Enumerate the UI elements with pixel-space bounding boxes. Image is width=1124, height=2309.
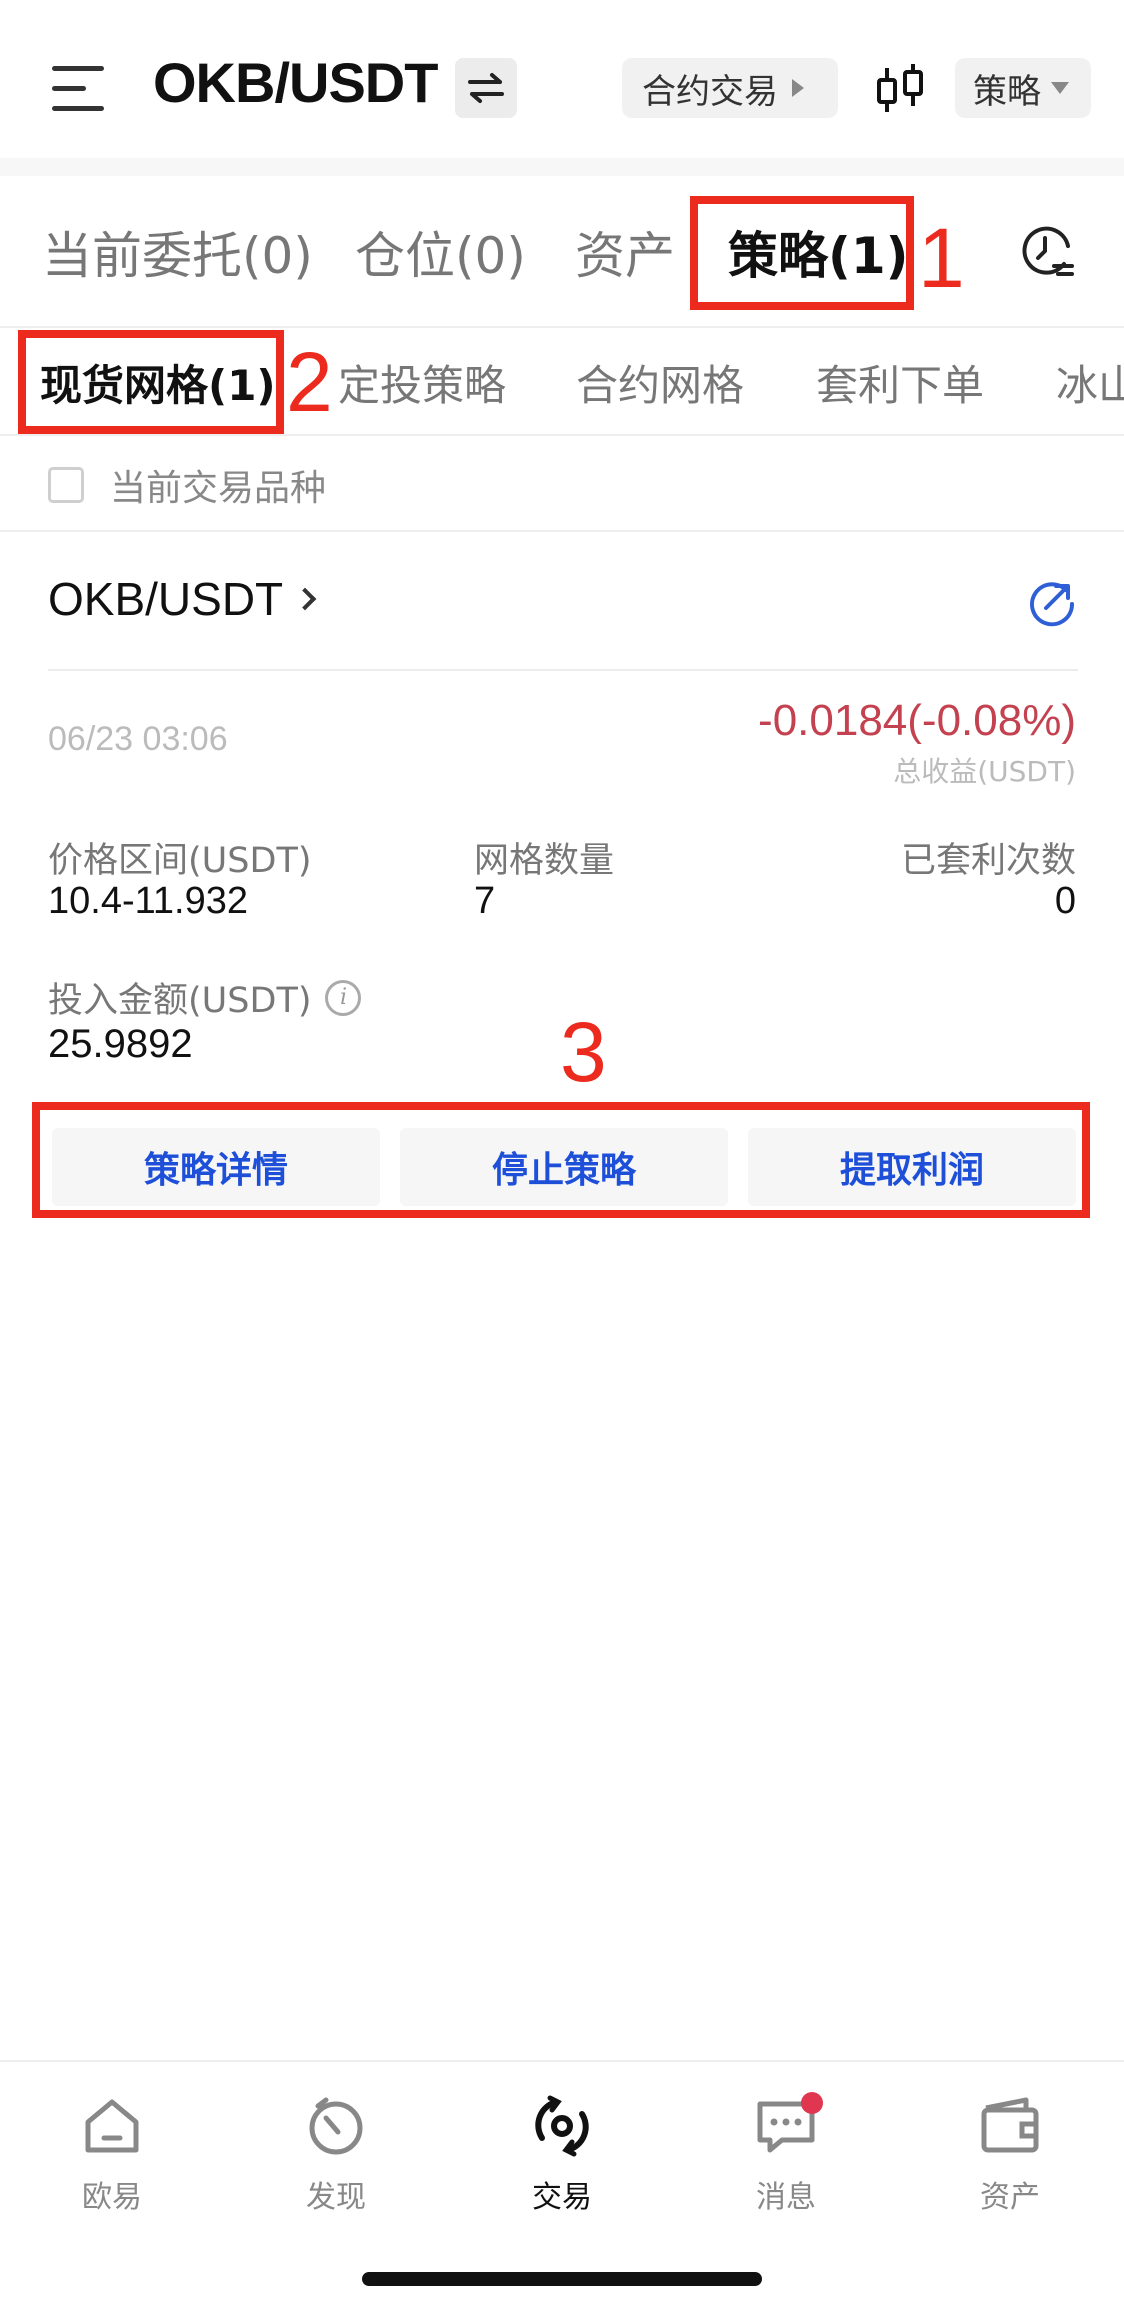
tab-positions[interactable]: 仓位(0) (355, 216, 526, 288)
annotation-number-1: 1 (918, 211, 965, 305)
current-pair-label: 当前交易品种 (110, 468, 327, 509)
subtab-contract-grid[interactable]: 合约网格 (576, 352, 744, 413)
strategy-menu-label: 策略 (973, 71, 1041, 112)
nav-trade-label: 交易 (532, 2180, 592, 2215)
annotation-box-3 (32, 1102, 1090, 1218)
swap-icon[interactable] (455, 58, 517, 118)
investment-value: 25.9892 (48, 1022, 193, 1066)
filter-divider (0, 530, 1124, 532)
history-clock-icon[interactable] (1020, 224, 1074, 278)
chevron-down-icon (1051, 82, 1069, 94)
grid-count-label: 网格数量 (474, 841, 615, 881)
annotation-box-1 (690, 196, 914, 310)
home-icon (85, 2099, 139, 2153)
chevron-right-icon (293, 587, 317, 611)
menu-icon[interactable] (52, 66, 104, 112)
trade-icon (535, 2095, 589, 2157)
annotation-number-3: 3 (560, 1005, 607, 1099)
top-bar: OKB/USDT 合约交易 策略 (0, 0, 1124, 160)
card-divider (48, 669, 1078, 671)
subtab-iceberg[interactable]: 冰山 (1056, 352, 1124, 413)
pair-title[interactable]: OKB/USDT (153, 50, 438, 115)
arbitrage-count-value: 0 (1054, 880, 1076, 922)
nav-assets-label: 资产 (980, 2180, 1040, 2215)
home-indicator (362, 2272, 762, 2286)
current-pair-filter[interactable]: 当前交易品种 (48, 462, 327, 509)
play-triangle-icon (792, 79, 804, 97)
annotation-number-2: 2 (286, 335, 333, 429)
nav-trade[interactable]: 交易 (482, 2092, 642, 2216)
nav-messages[interactable]: 消息 (706, 2092, 866, 2216)
tab-open-orders[interactable]: 当前委托(0) (42, 216, 313, 288)
strategy-pair-link[interactable]: OKB/USDT (48, 572, 317, 626)
contract-trade-label: 合约交易 (642, 71, 778, 112)
section-divider (0, 158, 1124, 176)
investment-label-row: 投入金额(USDT) i (48, 972, 362, 1023)
share-icon[interactable] (1026, 576, 1078, 628)
price-range-value: 10.4-11.932 (48, 880, 249, 922)
grid-count-value: 7 (474, 880, 496, 922)
nav-discover[interactable]: 发现 (256, 2092, 416, 2216)
price-range-label: 价格区间(USDT) (48, 841, 312, 881)
current-pair-checkbox[interactable] (48, 467, 84, 503)
arbitrage-count-label: 已套利次数 (900, 841, 1076, 881)
nav-messages-label: 消息 (756, 2180, 816, 2215)
nav-home-label: 欧易 (82, 2180, 142, 2215)
contract-trade-button[interactable]: 合约交易 (622, 58, 838, 118)
total-pnl-value: -0.0184(-0.08%) (758, 696, 1076, 745)
strategy-pair: OKB/USDT (48, 573, 284, 625)
subtab-dca[interactable]: 定投策略 (338, 352, 506, 413)
strategy-menu-button[interactable]: 策略 (955, 58, 1091, 118)
strategy-date: 06/23 03:06 (48, 720, 228, 758)
discover-icon (309, 2097, 363, 2155)
total-pnl-label: 总收益(USDT) (893, 755, 1076, 788)
nav-home[interactable]: 欧易 (32, 2092, 192, 2216)
notification-badge (801, 2092, 823, 2114)
annotation-box-2 (18, 330, 284, 434)
nav-discover-label: 发现 (306, 2180, 366, 2215)
subtab-arbitrage[interactable]: 套利下单 (816, 352, 984, 413)
subtabs-divider (0, 434, 1124, 436)
info-icon[interactable]: i (325, 979, 362, 1016)
tab-assets[interactable]: 资产 (575, 216, 675, 288)
wallet-icon (981, 2097, 1039, 2153)
candlestick-icon[interactable] (873, 62, 929, 118)
investment-label: 投入金额(USDT) (48, 981, 312, 1021)
nav-assets[interactable]: 资产 (930, 2092, 1090, 2216)
